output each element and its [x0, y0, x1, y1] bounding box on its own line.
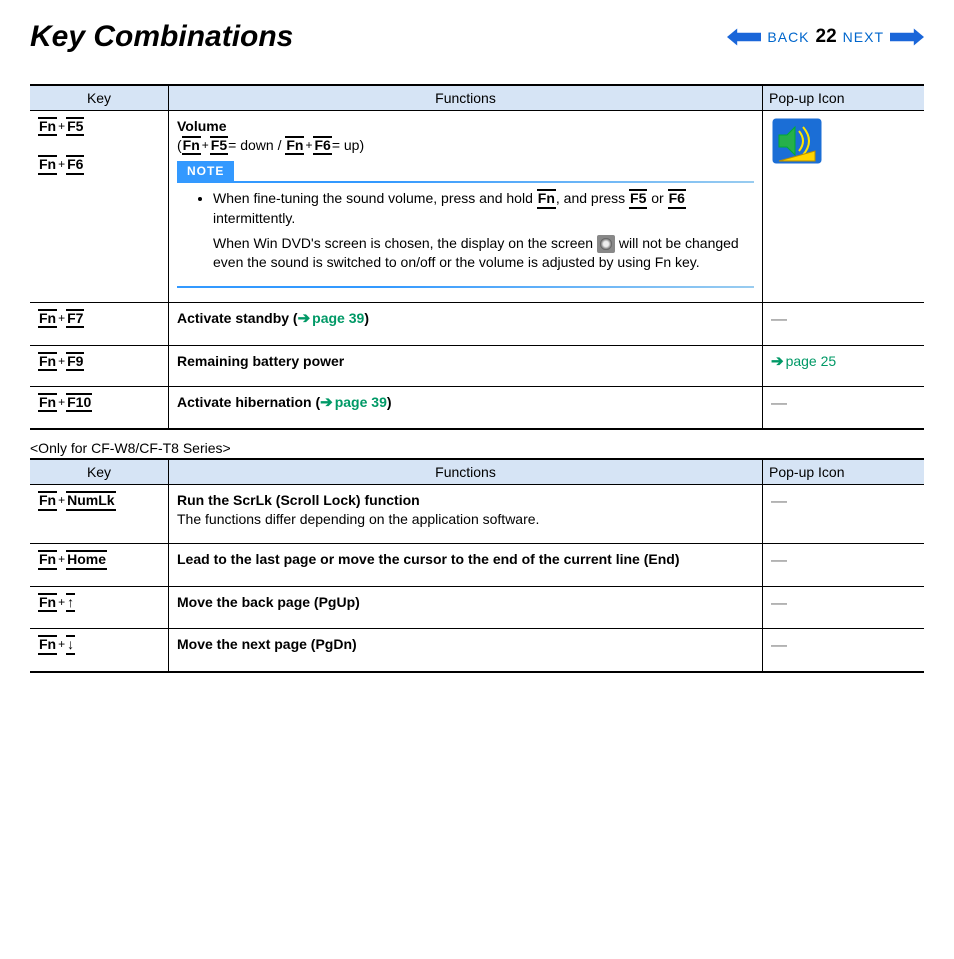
link-arrow-icon: ➔	[771, 353, 784, 370]
keycap-fn: Fn	[38, 155, 57, 174]
func-text: Run the ScrLk (Scroll Lock) function	[177, 492, 420, 508]
keycap-fn: Fn	[38, 393, 57, 412]
keycap-home: Home	[66, 550, 107, 569]
table-row: Fn+Home Lead to the last page or move th…	[30, 544, 924, 587]
func-title: Volume	[177, 118, 227, 134]
table-row: Fn+F7 Activate standby (➔page 39) —	[30, 302, 924, 345]
keycap-fn: Fn	[38, 550, 57, 569]
no-icon: —	[771, 493, 787, 510]
no-icon: —	[771, 311, 787, 328]
th-func: Functions	[169, 459, 763, 485]
keycap-fn: Fn	[38, 593, 57, 612]
func-text: Activate standby (	[177, 310, 298, 326]
func-sub: The functions differ depending on the ap…	[177, 511, 539, 527]
volume-popup-icon	[771, 117, 823, 165]
key-table-1: Key Functions Pop-up Icon Fn+F5 Fn+F6 Vo…	[30, 84, 924, 430]
text: = down /	[228, 137, 285, 153]
keycap-f9: F9	[66, 352, 84, 371]
func-text: Lead to the last page or move the cursor…	[177, 551, 680, 567]
page-title: Key Combinations	[30, 20, 293, 54]
note-label: NOTE	[177, 161, 234, 181]
next-link[interactable]: NEXT	[843, 29, 884, 45]
note-body: When fine-tuning the sound volume, press…	[177, 183, 754, 285]
page-link[interactable]: page 39	[335, 394, 387, 410]
keycap-up-arrow: ↑	[66, 593, 75, 612]
func-text: Activate hibernation (	[177, 394, 320, 410]
keycap-fn: Fn	[38, 635, 57, 654]
keycap-fn: Fn	[285, 136, 304, 155]
page-number: 22	[816, 26, 837, 48]
text: = up)	[332, 137, 364, 153]
keycap-fn: Fn	[38, 491, 57, 510]
table-row: Fn+↑ Move the back page (PgUp) —	[30, 586, 924, 629]
func-text: Move the back page (PgUp)	[177, 594, 360, 610]
no-icon: —	[771, 595, 787, 612]
keycap-fn: Fn	[38, 309, 57, 328]
table-row: Fn+F10 Activate hibernation (➔page 39) —	[30, 386, 924, 429]
table-row: Fn+F5 Fn+F6 Volume (Fn+F5= down / Fn+F6=…	[30, 111, 924, 303]
keycap-f6: F6	[66, 155, 84, 174]
table-row: Fn+F9 Remaining battery power ➔page 25	[30, 345, 924, 386]
series-note: <Only for CF-W8/CF-T8 Series>	[30, 440, 924, 456]
keycap-f10: F10	[66, 393, 92, 412]
keycap-f5: F5	[210, 136, 228, 155]
func-text: Remaining battery power	[177, 353, 344, 369]
th-key: Key	[30, 459, 169, 485]
func-text: Move the next page (PgDn)	[177, 636, 357, 652]
speaker-icon	[597, 235, 615, 253]
no-icon: —	[771, 637, 787, 654]
th-func: Functions	[169, 85, 763, 111]
keycap-f7: F7	[66, 309, 84, 328]
link-arrow-icon: ➔	[298, 310, 311, 327]
keycap-fn: Fn	[182, 136, 201, 155]
keycap-numlk: NumLk	[66, 491, 115, 510]
th-key: Key	[30, 85, 169, 111]
keycap-fn: Fn	[38, 352, 57, 371]
table-row: Fn+↓ Move the next page (PgDn) —	[30, 629, 924, 672]
keycap-f6: F6	[313, 136, 331, 155]
note-bullet: When fine-tuning the sound volume, press…	[213, 189, 754, 271]
page-nav: BACK 22 NEXT	[727, 26, 924, 48]
keycap-down-arrow: ↓	[66, 635, 75, 654]
no-icon: —	[771, 395, 787, 412]
th-icon: Pop-up Icon	[763, 459, 925, 485]
no-icon: —	[771, 552, 787, 569]
next-arrow-icon[interactable]	[890, 27, 924, 47]
page-link[interactable]: page 25	[786, 353, 837, 369]
back-arrow-icon[interactable]	[727, 27, 761, 47]
key-table-2: Key Functions Pop-up Icon Fn+NumLk Run t…	[30, 458, 924, 673]
page-link[interactable]: page 39	[312, 310, 364, 326]
keycap-fn: Fn	[38, 117, 57, 136]
link-arrow-icon: ➔	[320, 394, 333, 411]
back-link[interactable]: BACK	[767, 29, 809, 45]
page-header: Key Combinations BACK 22 NEXT	[30, 20, 924, 54]
note-divider	[177, 286, 754, 288]
table-row: Fn+NumLk Run the ScrLk (Scroll Lock) fun…	[30, 485, 924, 544]
th-icon: Pop-up Icon	[763, 85, 925, 111]
keycap-f5: F5	[66, 117, 84, 136]
